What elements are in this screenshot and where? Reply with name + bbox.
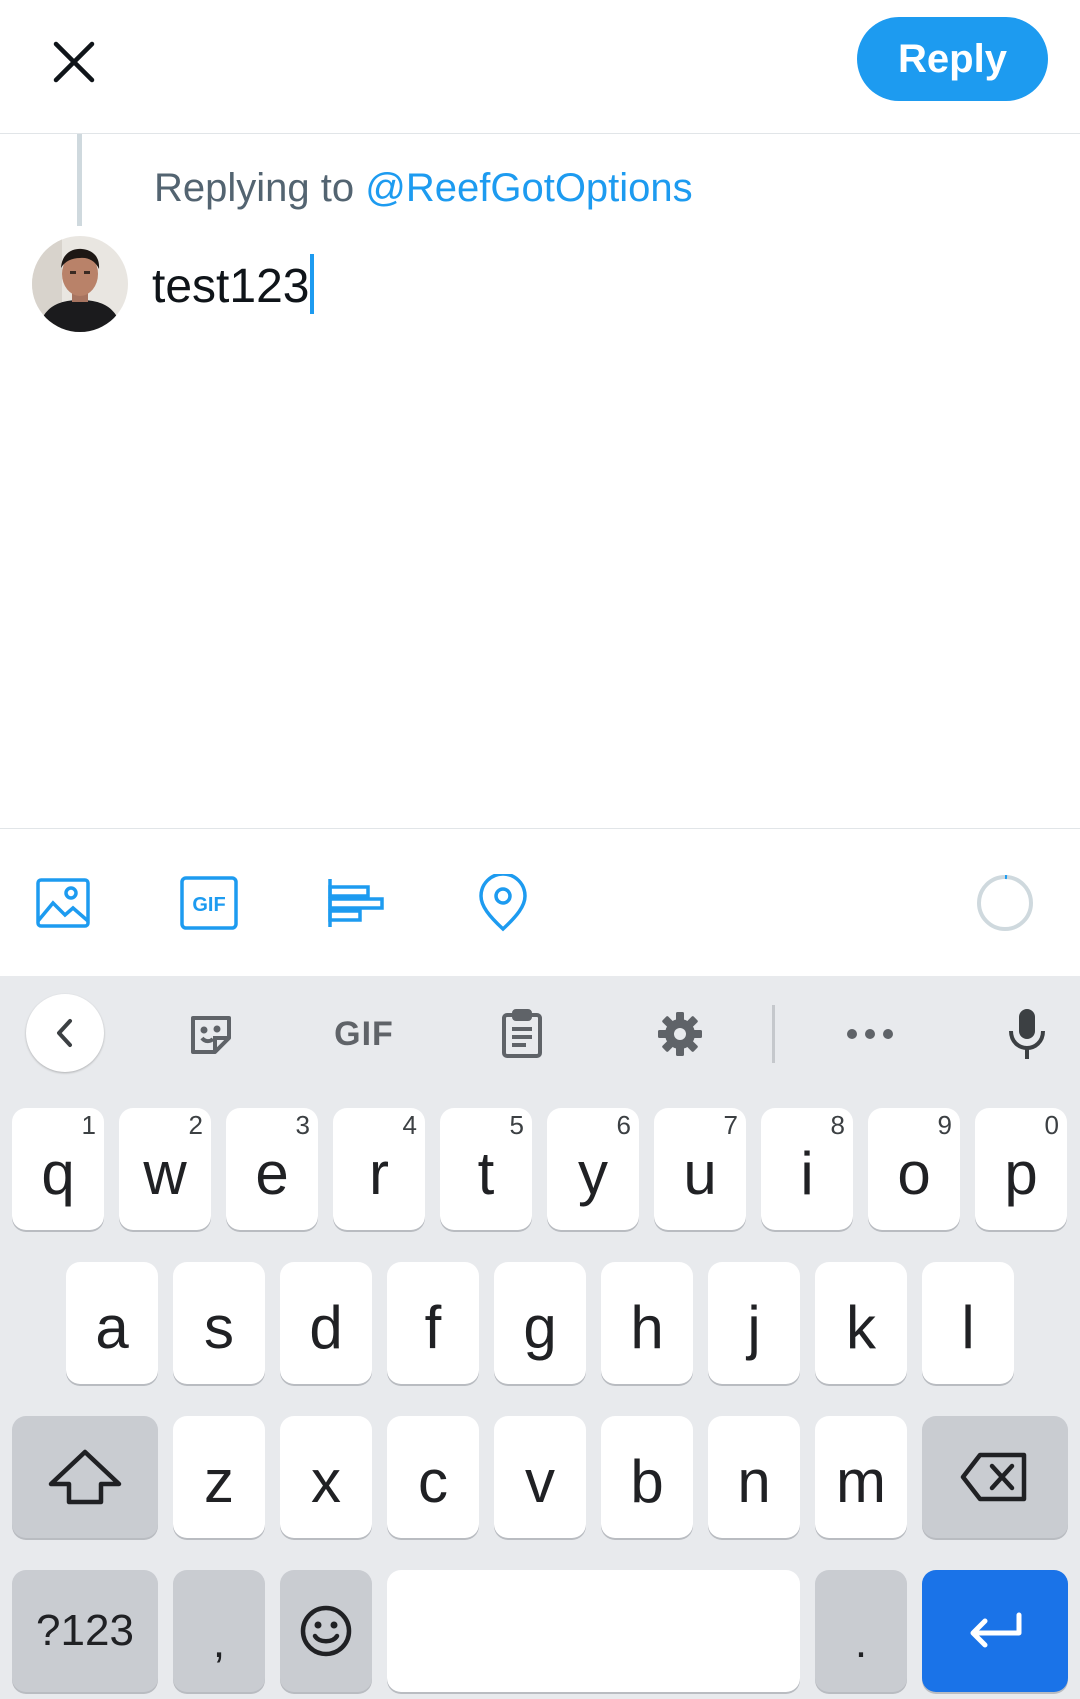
keyboard-back-button[interactable] (26, 994, 104, 1072)
key-s[interactable]: s (173, 1262, 265, 1384)
shift-key[interactable] (12, 1416, 158, 1538)
key-x[interactable]: x (280, 1416, 372, 1538)
key-c[interactable]: c (387, 1416, 479, 1538)
compose-text-field[interactable]: test123 (152, 254, 315, 314)
key-g[interactable]: g (494, 1262, 586, 1384)
period-key[interactable]: . (815, 1570, 907, 1692)
key-v[interactable]: v (494, 1416, 586, 1538)
key-n[interactable]: n (708, 1416, 800, 1538)
comma-key[interactable]: , (173, 1570, 265, 1692)
avatar[interactable] (32, 236, 128, 332)
key-r[interactable]: 4r (333, 1108, 425, 1230)
key-m[interactable]: m (815, 1416, 907, 1538)
shift-icon (48, 1449, 122, 1505)
settings-gear-icon[interactable] (650, 1000, 710, 1068)
microphone-icon[interactable] (1000, 1000, 1054, 1068)
text-cursor (310, 254, 315, 314)
key-q[interactable]: 1q (12, 1108, 104, 1230)
key-u[interactable]: 7u (654, 1108, 746, 1230)
symbols-key[interactable]: ?123 (12, 1570, 158, 1692)
key-d[interactable]: d (280, 1262, 372, 1384)
backspace-icon (960, 1452, 1027, 1502)
enter-key[interactable] (922, 1570, 1068, 1692)
key-j[interactable]: j (708, 1262, 800, 1384)
thread-line (77, 134, 82, 226)
key-z[interactable]: z (173, 1416, 265, 1538)
gif-icon[interactable]: GIF (180, 874, 238, 932)
key-o[interactable]: 9o (868, 1108, 960, 1230)
emoji-key[interactable] (280, 1570, 372, 1692)
reply-button[interactable]: Reply (857, 17, 1048, 101)
key-l[interactable]: l (922, 1262, 1014, 1384)
replying-to-label: Replying to @ReefGotOptions (154, 166, 693, 211)
replying-handle-link[interactable]: @ReefGotOptions (365, 166, 692, 210)
key-k[interactable]: k (815, 1262, 907, 1384)
space-bar[interactable] (387, 1570, 800, 1692)
image-icon[interactable] (34, 874, 92, 932)
key-w[interactable]: 2w (119, 1108, 211, 1230)
enter-icon (970, 1612, 1022, 1648)
svg-text:GIF: GIF (192, 894, 225, 916)
key-h[interactable]: h (601, 1262, 693, 1384)
key-b[interactable]: b (601, 1416, 693, 1538)
location-icon[interactable] (474, 874, 532, 932)
key-a[interactable]: a (66, 1262, 158, 1384)
key-i[interactable]: 8i (761, 1108, 853, 1230)
key-p[interactable]: 0p (975, 1108, 1067, 1230)
suggestion-divider (772, 1005, 775, 1063)
keyboard-gif-button[interactable]: GIF (326, 1000, 402, 1068)
key-t[interactable]: 5t (440, 1108, 532, 1230)
emoji-icon (300, 1605, 352, 1657)
more-options-icon[interactable] (840, 1000, 900, 1068)
key-y[interactable]: 6y (547, 1108, 639, 1230)
clipboard-icon[interactable] (494, 1000, 550, 1068)
key-f[interactable]: f (387, 1262, 479, 1384)
character-count-ring (976, 874, 1034, 932)
backspace-key[interactable] (922, 1416, 1068, 1538)
replying-prefix: Replying to (154, 166, 355, 210)
compose-text-value: test123 (152, 260, 310, 313)
sticker-icon[interactable] (178, 1000, 244, 1068)
composer-toolbar (0, 828, 1080, 976)
close-icon[interactable] (40, 28, 108, 96)
poll-icon[interactable] (326, 874, 384, 932)
key-e[interactable]: 3e (226, 1108, 318, 1230)
